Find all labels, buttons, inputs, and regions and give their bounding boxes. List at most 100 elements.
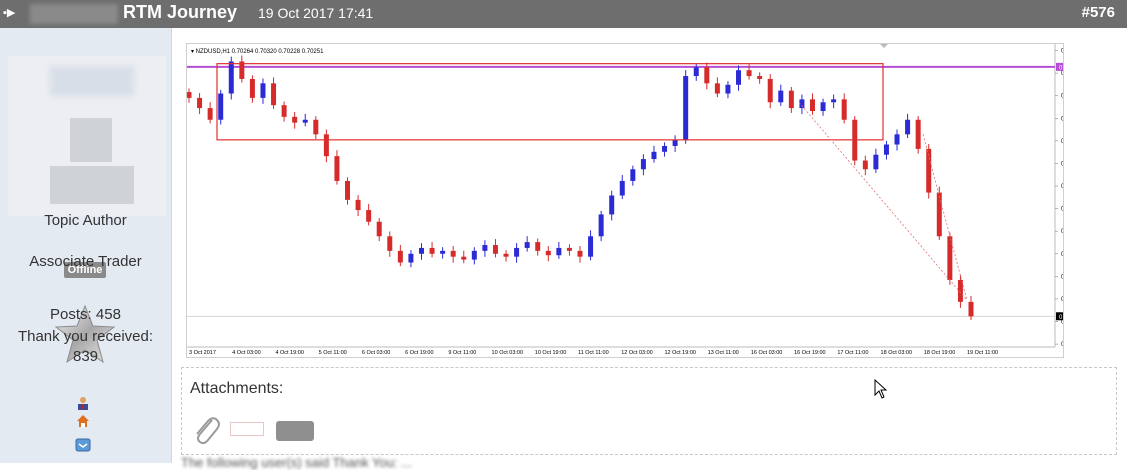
candle-body: [577, 250, 583, 257]
candle-body: [207, 108, 213, 120]
candle-body: [683, 76, 689, 141]
post-title: RTM Journey: [123, 2, 238, 22]
post-date: 19 Oct 2017 17:41: [258, 5, 374, 21]
candle-body: [725, 84, 731, 94]
y-tick-label: 0.72075: [1061, 49, 1064, 55]
candle-body: [334, 156, 340, 181]
candle-body: [492, 245, 498, 254]
home-icon[interactable]: [76, 414, 90, 428]
y-tick-label: 0.71455: [1061, 139, 1064, 145]
candle-body: [323, 134, 329, 157]
y-tick-label: 0.70680: [1061, 252, 1064, 258]
x-tick-label: 9 Oct 11:00: [448, 350, 476, 356]
y-tick-label: 0.71765: [1061, 94, 1064, 100]
candle-body: [313, 119, 319, 135]
candle-body: [228, 61, 234, 94]
candle-body: [302, 119, 308, 123]
candle-body: [714, 83, 720, 94]
x-tick-label: 10 Oct 19:00: [535, 350, 567, 356]
candle-body: [387, 236, 393, 251]
candle-body: [471, 250, 477, 260]
candle-body: [873, 154, 879, 170]
candle-body: [281, 105, 287, 117]
y-tick-label: 0.70525: [1061, 274, 1064, 280]
post-menu-icon[interactable]: ▪▶: [3, 6, 17, 20]
x-tick-label: 12 Oct 03:00: [621, 350, 653, 356]
message-icon[interactable]: [75, 438, 91, 452]
candle-body: [376, 221, 382, 237]
candle-body: [905, 119, 911, 135]
author-posts: Posts: 458: [50, 306, 121, 323]
candle-body: [355, 199, 361, 211]
y-tick-label: 0.70835: [1061, 229, 1064, 235]
candle-body: [809, 99, 815, 112]
x-tick-label: 3 Oct 2017: [189, 350, 216, 356]
attachment-thumbnail[interactable]: [230, 422, 264, 436]
candle-body: [260, 83, 266, 98]
candle-body: [957, 279, 963, 302]
candle-body: [545, 250, 551, 256]
candle-body: [693, 67, 699, 77]
candle-body: [556, 247, 562, 256]
user-profile-icon[interactable]: [76, 396, 90, 410]
y-tick-label: 0.70060: [1061, 342, 1064, 348]
x-tick-label: 10 Oct 03:00: [492, 350, 524, 356]
avatar[interactable]: [8, 56, 166, 216]
candle-body: [894, 134, 900, 145]
candle-body: [218, 93, 224, 120]
candle-body: [408, 253, 414, 263]
candle-body: [651, 151, 657, 160]
candle-body: [461, 256, 467, 260]
candle-body: [672, 140, 678, 146]
paperclip-icon: [196, 417, 220, 445]
author-role: Topic Author: [44, 212, 127, 229]
y-tick-label: 0.70370: [1061, 297, 1064, 303]
candle-body: [704, 67, 710, 84]
x-tick-label: 17 Oct 11:00: [837, 350, 868, 356]
avatar-blur: [50, 66, 134, 96]
candle-body: [820, 102, 826, 112]
avatar-body: [50, 166, 134, 204]
candle-body: [862, 160, 868, 170]
y-tick-label: 0.71300: [1061, 161, 1064, 167]
attachment-button[interactable]: [276, 421, 314, 441]
candle-body: [418, 247, 424, 254]
author-thanks-count: 839: [72, 348, 99, 365]
post-number-link[interactable]: #576: [1082, 4, 1115, 21]
candle-body: [450, 250, 456, 257]
candle-body: [197, 97, 203, 109]
author-sidebar: Topic Author Offline Associate Trader Po…: [0, 28, 172, 463]
candle-body: [440, 250, 446, 254]
candle-body: [292, 116, 298, 123]
x-tick-label: 4 Oct 03:00: [232, 350, 260, 356]
attachments-box: Attachments:: [181, 367, 1117, 455]
forex-chart: ▾ NZDUSD,H1 0.70264 0.70320 0.70228 0.70…: [186, 43, 1064, 358]
candle-body: [429, 247, 435, 254]
candle-body: [566, 247, 572, 251]
resistance-price-label: 0.71963: [1059, 65, 1064, 71]
candle-body: [345, 180, 351, 200]
candle-body: [609, 195, 615, 215]
candle-body: [271, 83, 277, 106]
candle-body: [883, 144, 889, 155]
mouse-cursor-icon: [874, 379, 888, 399]
x-tick-label: 16 Oct 03:00: [751, 350, 783, 356]
candle-body: [588, 236, 594, 257]
candle-body: [736, 70, 742, 85]
candle-body: [746, 70, 752, 77]
avatar-head: [70, 118, 112, 162]
candle-body: [514, 247, 520, 257]
candle-body: [767, 78, 773, 103]
candle-body: [831, 99, 837, 103]
candle-body: [397, 250, 403, 263]
author-thanks-label: Thank you received:: [17, 328, 154, 345]
attachments-label: Attachments:: [190, 380, 284, 397]
candle-body: [187, 92, 192, 98]
x-tick-label: 18 Oct 03:00: [881, 350, 913, 356]
x-tick-label: 11 Oct 11:00: [578, 350, 609, 356]
blurred-username: [30, 4, 118, 24]
x-tick-label: 6 Oct 03:00: [362, 350, 390, 356]
shift-marker: [880, 44, 888, 48]
candle-body: [630, 169, 636, 181]
x-tick-label: 13 Oct 11:00: [708, 350, 739, 356]
